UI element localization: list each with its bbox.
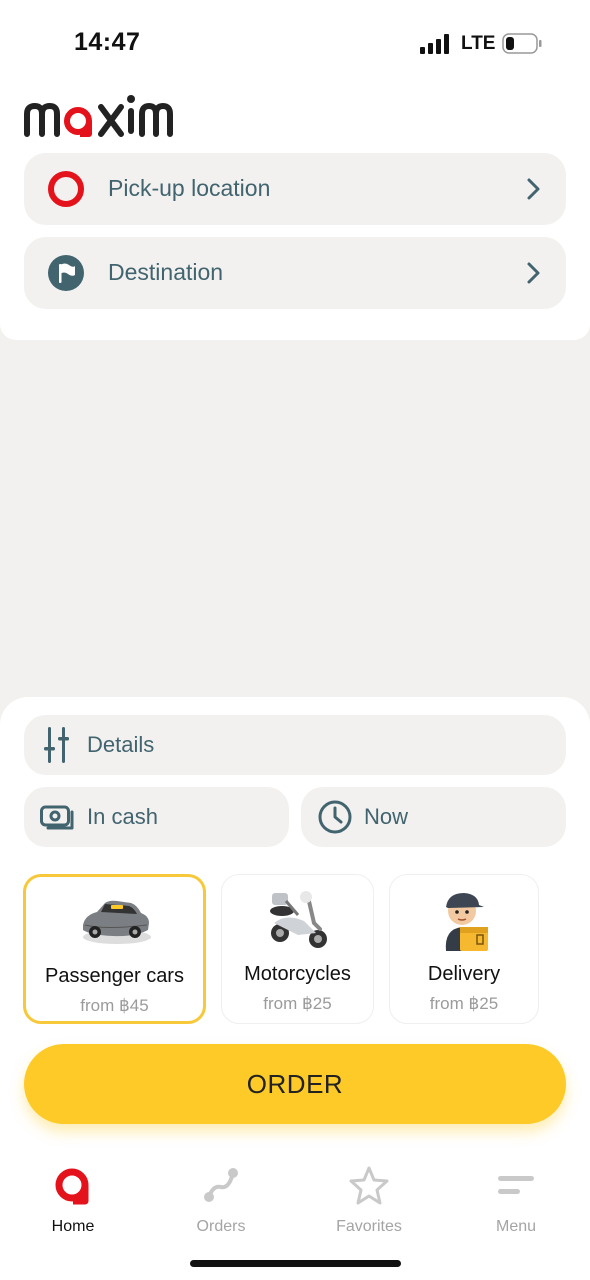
route-icon [204, 1168, 238, 1202]
tab-favorites[interactable]: Favorites [314, 1160, 424, 1235]
home-indicator[interactable] [190, 1260, 401, 1267]
tab-label: Menu [495, 1218, 537, 1235]
service-card-motorcycles[interactable]: Motorcycles from ฿25 [221, 874, 374, 1024]
cash-icon [40, 805, 74, 830]
sliders-icon [44, 727, 69, 763]
chevron-right-icon [527, 262, 540, 284]
clock-icon [318, 800, 352, 834]
service-price: from ฿25 [263, 994, 332, 1013]
motorcycle-icon [269, 891, 327, 948]
network-type: LTE [461, 33, 496, 54]
status-time: 14:47 [74, 28, 141, 56]
tab-label: Orders [196, 1218, 246, 1235]
map-area[interactable] [0, 340, 590, 697]
time-label: Now [364, 804, 409, 829]
status-bar: 14:47 LTE [0, 0, 590, 88]
service-title: Delivery [427, 963, 501, 985]
service-price: from ฿45 [80, 996, 149, 1015]
details-button[interactable]: Details [24, 715, 566, 775]
service-card-delivery[interactable]: Delivery from ฿25 [389, 874, 539, 1024]
time-button[interactable]: Now [301, 787, 566, 847]
payment-label: In cash [87, 804, 158, 829]
pickup-circle-icon [48, 171, 84, 207]
payment-method-button[interactable]: In cash [24, 787, 289, 847]
battery-icon [502, 33, 542, 54]
tab-home[interactable]: Home [18, 1160, 128, 1235]
order-button[interactable]: ORDER [24, 1044, 566, 1124]
pickup-location-field[interactable]: Pick-up location [24, 153, 566, 225]
tab-label: Home [51, 1218, 95, 1235]
maxim-logo [24, 95, 173, 137]
service-title: Motorcycles [244, 963, 351, 985]
destination-field[interactable]: Destination [24, 237, 566, 309]
tab-menu[interactable]: Menu [461, 1160, 571, 1235]
flag-icon [48, 255, 84, 291]
chevron-right-icon [527, 178, 540, 200]
service-title: Passenger cars [45, 965, 184, 987]
signal-icon [420, 34, 449, 54]
tab-label: Favorites [336, 1218, 402, 1235]
pickup-location-label: Pick-up location [108, 175, 271, 201]
service-price: from ฿25 [429, 994, 499, 1013]
courier-icon [445, 893, 488, 951]
details-label: Details [87, 732, 155, 757]
menu-icon [498, 1176, 534, 1194]
destination-label: Destination [108, 259, 224, 285]
route-panel: Pick-up location Destination [0, 88, 590, 340]
star-icon [349, 1166, 389, 1205]
service-card-passenger-cars[interactable]: Passenger cars from ฿45 [23, 874, 206, 1024]
tab-orders[interactable]: Orders [166, 1160, 276, 1235]
home-icon [55, 1168, 89, 1205]
car-icon [82, 900, 151, 944]
